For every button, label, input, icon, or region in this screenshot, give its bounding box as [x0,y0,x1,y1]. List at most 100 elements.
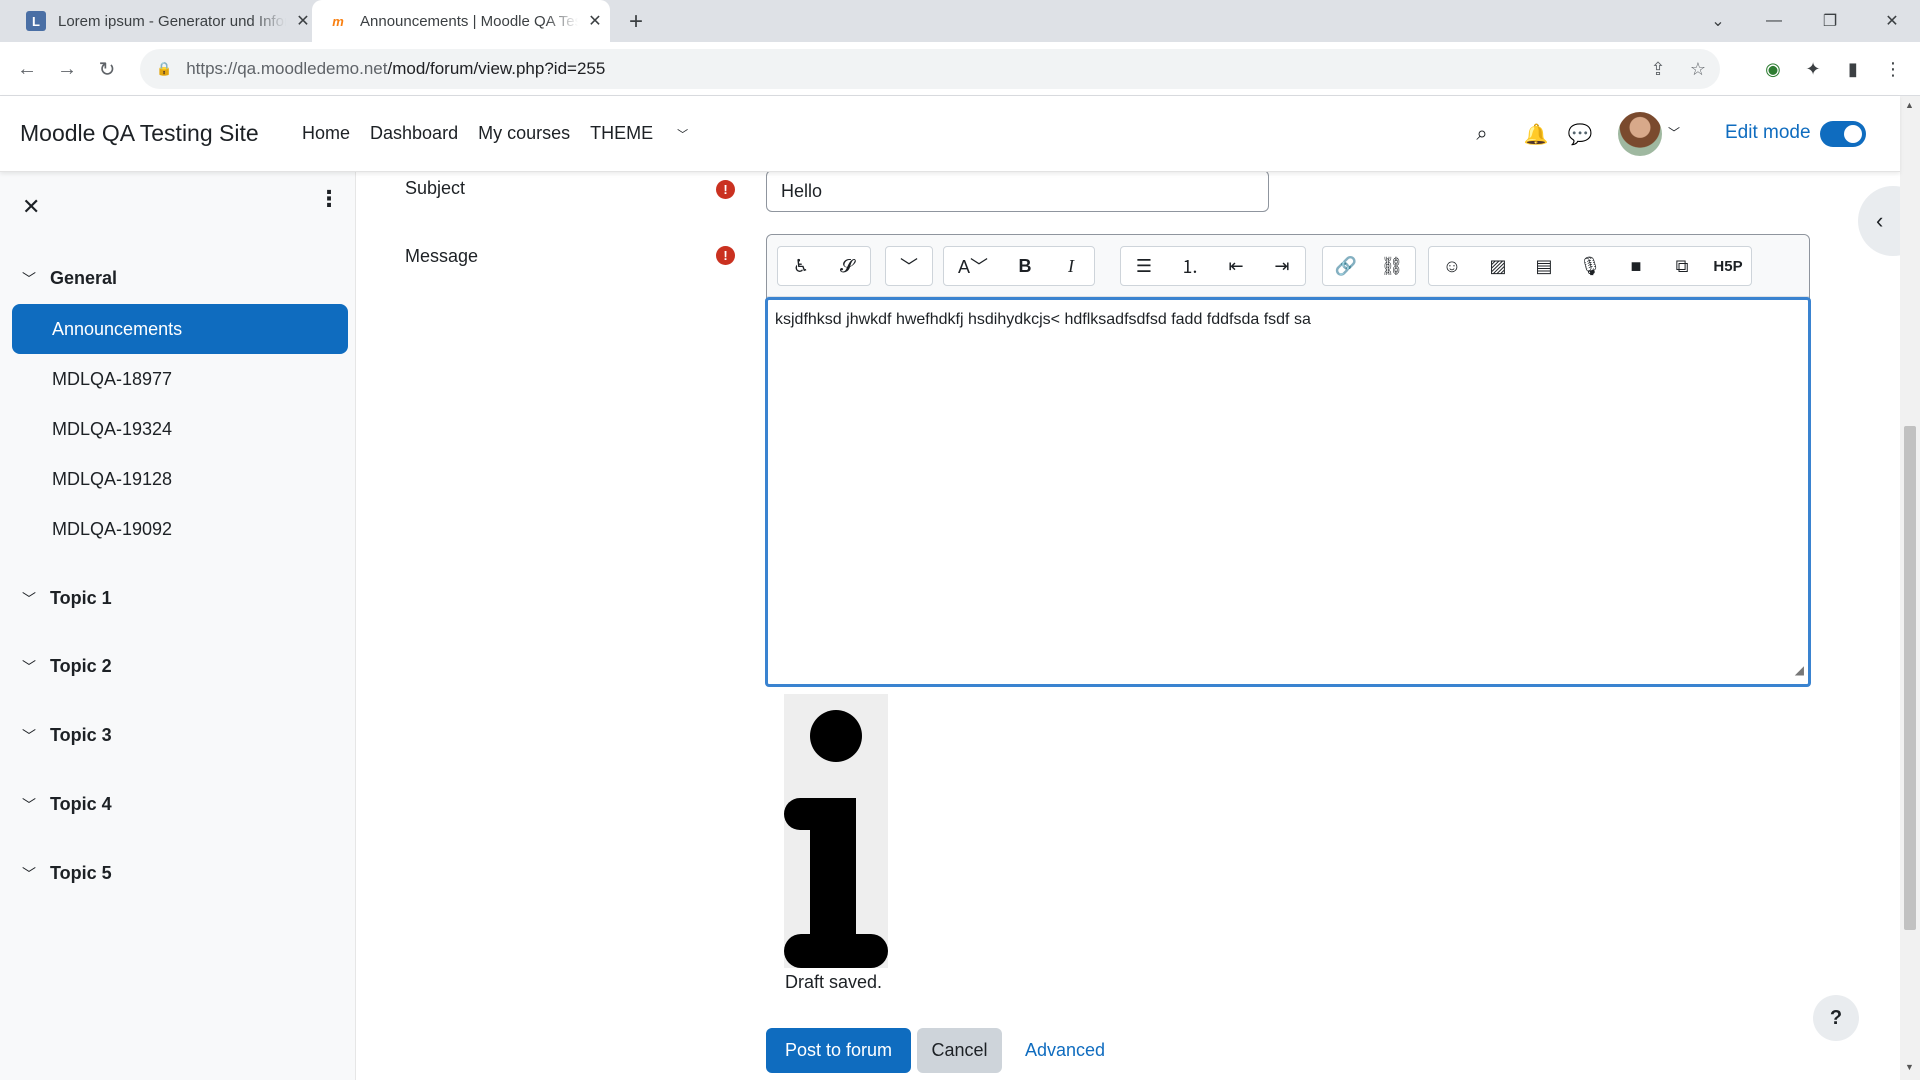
toolbar-group-accessibility: ♿ 𝓢 [777,246,871,286]
restore-icon[interactable]: ❐ [1802,0,1858,42]
new-tab-icon[interactable]: + [622,8,650,36]
page-scrollbar[interactable]: ▲ ▼ [1900,96,1920,1080]
chevron-down-icon[interactable]: ﹀ [22,657,36,677]
messages-icon[interactable]: 💬 [1564,118,1596,150]
help-button[interactable]: ? [1813,995,1859,1041]
section-topic-5[interactable]: ﹀ Topic 5 [22,863,112,884]
nav-dashboard[interactable]: Dashboard [370,123,458,144]
message-label: Message [405,246,479,266]
window-close-icon[interactable]: ✕ [1864,0,1920,42]
screenreader-helper-icon[interactable]: 𝓢 [824,247,870,285]
section-topic-1[interactable]: ﹀ Topic 1 [22,588,112,609]
tab-close-icon[interactable]: ✕ [294,12,312,30]
bookmark-star-icon[interactable]: ☆ [1680,49,1716,89]
accessibility-checker-icon[interactable]: ♿ [778,247,824,285]
browser-tab-lorem[interactable]: L Lorem ipsum - Generator und Informatio… [0,0,312,42]
activity-mdlqa-19128[interactable]: MDLQA-19128 [12,454,348,504]
browser-tab-announcements[interactable]: m Announcements | Moodle QA Testing Site… [312,0,610,42]
image-icon[interactable]: ▨ [1475,247,1521,285]
activity-mdlqa-19092[interactable]: MDLQA-19092 [12,504,348,554]
reload-icon[interactable]: ↻ [92,54,122,84]
chevron-down-icon[interactable]: ﹀ [22,589,36,609]
subject-input[interactable]: Hello [766,170,1269,212]
section-title: Topic 1 [50,588,112,608]
h5p-icon[interactable]: H5P [1705,247,1751,285]
info-icon [784,694,888,968]
toolbar-group-format: A﹀ B I [943,246,1095,286]
indent-icon[interactable]: ⇥ [1259,247,1305,285]
minimize-icon[interactable]: — [1746,0,1802,42]
tab-close-icon[interactable]: ✕ [586,12,604,30]
media-file-icon[interactable]: ▤ [1521,247,1567,285]
activity-mdlqa-18977[interactable]: MDLQA-18977 [12,354,348,404]
section-title: Topic 4 [50,794,112,814]
back-icon[interactable]: ← [12,54,42,84]
paragraph-styles-icon[interactable]: A﹀ [944,247,1002,285]
show-more-chevron-icon[interactable]: ﹀ [886,247,932,285]
outdent-icon[interactable]: ⇤ [1213,247,1259,285]
section-topic-2[interactable]: ﹀ Topic 2 [22,656,112,677]
share-icon[interactable]: ⇪ [1640,49,1676,89]
toolbar-group-lists: ☰ ⒈ ⇤ ⇥ [1120,246,1306,286]
italic-icon[interactable]: I [1048,247,1094,285]
extension-shield-icon[interactable]: ◉ [1758,54,1788,84]
toolbar-group-toggle: ﹀ [885,246,933,286]
emoji-icon[interactable]: ☺ [1429,247,1475,285]
user-avatar[interactable] [1618,112,1662,156]
user-menu-chevron-icon[interactable]: ﹀ [1668,124,1680,141]
record-audio-icon[interactable]: 🎙 [1567,247,1613,285]
address-bar[interactable]: 🔒 https://qa.moodledemo.net/mod/forum/vi… [140,49,1720,89]
unordered-list-icon[interactable]: ☰ [1121,247,1167,285]
ordered-list-icon[interactable]: ⒈ [1167,247,1213,285]
editor-toolbar: ♿ 𝓢 ﹀ A﹀ B I ☰ ⒈ ⇤ ⇥ 🔗 ⛓ ☺ ▨ ▤ 🎙 ■ ⧉ H5P [767,235,1809,297]
activity-mdlqa-19324[interactable]: MDLQA-19324 [12,404,348,454]
draft-status: Draft saved. [785,972,883,992]
section-topic-4[interactable]: ﹀ Topic 4 [22,794,112,815]
nav-home[interactable]: Home [302,123,350,144]
chevron-down-icon[interactable]: ﹀ [22,269,36,289]
section-topic-3[interactable]: ﹀ Topic 3 [22,725,112,746]
link-icon[interactable]: 🔗 [1323,247,1369,285]
record-video-icon[interactable]: ■ [1613,247,1659,285]
side-panel-icon[interactable]: ▮ [1838,54,1868,84]
chevron-down-icon[interactable]: ﹀ [22,726,36,746]
primary-navigation: Home Dashboard My courses THEME ﹀ [302,123,728,144]
scroll-down-icon[interactable]: ▼ [1905,1062,1914,1072]
search-icon[interactable]: ⌕ [1466,118,1498,150]
section-title: Topic 3 [50,725,112,745]
toolbar-group-links: 🔗 ⛓ [1322,246,1416,286]
bold-icon[interactable]: B [1002,247,1048,285]
nav-theme-dropdown[interactable]: THEME ﹀ [590,123,708,144]
chevron-down-icon[interactable]: ﹀ [22,795,36,815]
drawer-options-icon[interactable]: ⋮ [318,188,340,210]
notifications-bell-icon[interactable]: 🔔 [1520,118,1552,150]
section-general[interactable]: ﹀ General [22,268,117,289]
info-icon-base [784,934,888,968]
chevron-down-icon[interactable]: ﹀ [22,864,36,884]
close-drawer-icon[interactable]: ✕ [22,194,40,220]
forward-icon[interactable]: → [52,54,82,84]
advanced-link[interactable]: Advanced [1020,1028,1110,1073]
tab-title: Announcements | Moodle QA Testing Site [360,12,578,30]
resize-handle-icon[interactable]: ◢ [1795,660,1804,680]
info-icon-stem [810,798,856,946]
nav-my-courses[interactable]: My courses [478,123,570,144]
unlink-icon[interactable]: ⛓ [1369,247,1415,285]
scroll-thumb[interactable] [1904,426,1916,930]
extensions-puzzle-icon[interactable]: ✦ [1798,54,1828,84]
scroll-up-icon[interactable]: ▲ [1905,100,1914,110]
site-brand[interactable]: Moodle QA Testing Site [20,120,259,147]
info-icon-dot [810,710,862,762]
activity-announcements[interactable]: Announcements [12,304,348,354]
manage-files-icon[interactable]: ⧉ [1659,247,1705,285]
message-content-area[interactable]: ksjdfhksd jhwkdf hwefhdkfj hsdihydkcjs< … [765,297,1811,687]
edit-mode-toggle[interactable] [1820,121,1866,147]
tab-search-icon[interactable]: ⌄ [1690,0,1746,42]
post-to-forum-button[interactable]: Post to forum [766,1028,911,1073]
message-editor: ♿ 𝓢 ﹀ A﹀ B I ☰ ⒈ ⇤ ⇥ 🔗 ⛓ ☺ ▨ ▤ 🎙 ■ ⧉ H5P… [765,234,1811,687]
section-title: Topic 5 [50,863,112,883]
browser-menu-icon[interactable]: ⋮ [1878,54,1908,84]
subject-label: Subject [405,178,466,198]
moodle-favicon-icon: m [332,13,344,29]
cancel-button[interactable]: Cancel [917,1028,1002,1073]
